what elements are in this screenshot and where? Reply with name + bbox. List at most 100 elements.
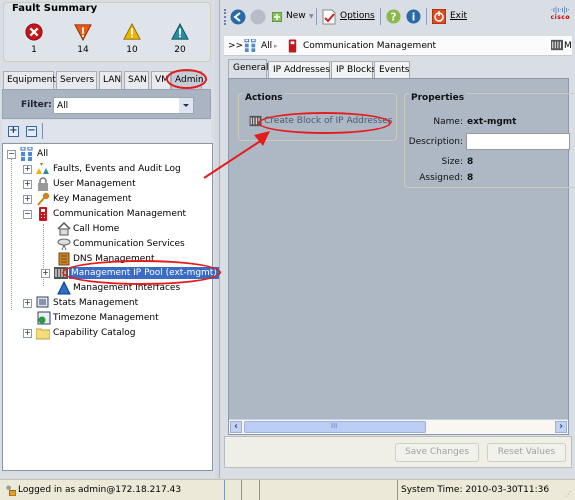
assigned-value: 8 [467,173,474,183]
navigation-panel: Fault Summary 1 14 10 20 Equipment Serve… [0,0,219,478]
fault-critical[interactable]: 1 [19,23,49,55]
collapse-icon[interactable]: − [23,210,32,219]
new-button[interactable]: New ▼ [272,9,320,25]
back-icon[interactable] [230,9,246,25]
tree-node-label: Stats Management [53,298,139,308]
info-icon[interactable]: i [406,9,421,24]
assigned-label: Assigned: [419,173,463,183]
reset-values-button[interactable]: Reset Values [487,443,566,462]
general-tab-content: Actions Create Block of IP Addresses Pro… [228,78,575,435]
chevron-down-icon[interactable]: ▼ [309,13,314,20]
filter-select[interactable]: All [53,97,194,114]
fault-minor-count: 10 [126,45,138,55]
tab-events[interactable]: Events [374,61,410,79]
expand-all-icon[interactable]: + [8,126,19,137]
critical-fault-icon [25,23,43,41]
options-label: Options [340,11,375,21]
expand-icon[interactable]: + [23,195,32,204]
scroll-right-icon[interactable]: › [555,421,567,433]
lock-icon [38,177,48,191]
system-time: System Time: 2010-03-30T11:36 [401,485,550,495]
options-button[interactable]: Options [322,9,380,25]
tab-vm[interactable]: VM [151,71,171,89]
fault-summary-title: Fault Summary [10,3,100,14]
expand-icon[interactable]: + [23,180,32,189]
add-icon [272,12,282,22]
collapse-all-icon[interactable]: − [26,126,37,137]
tree-toolbar: + − [2,120,211,142]
breadcrumb-overflow[interactable]: Mar [564,41,572,51]
fault-summary: Fault Summary 1 14 10 20 [3,2,211,62]
resize-grip-icon[interactable]: ⋰ [565,490,572,498]
size-value: 8 [467,157,474,167]
tab-equipment[interactable]: Equipment [3,71,56,89]
expand-icon[interactable]: + [23,329,32,338]
save-changes-button[interactable]: Save Changes [395,443,479,462]
tree-node-label: Communication Management [53,209,187,219]
fault-minor[interactable]: 10 [117,23,147,55]
user-lock-icon [6,485,16,496]
fault-major[interactable]: 14 [68,23,98,55]
cisco-logo: ·ı|ı·ı|ı· cisco [550,7,570,22]
phone-icon [288,39,297,53]
expand-icon[interactable]: + [23,165,32,174]
tab-san[interactable]: SAN [124,71,149,89]
tab-servers[interactable]: Servers [56,71,97,89]
tree-node-label: All [37,149,49,159]
tab-ip-addresses[interactable]: IP Addresses [268,61,330,79]
svg-text:?: ? [391,11,397,23]
faults-icon [36,163,49,174]
exit-button[interactable]: Exit [432,9,472,25]
expand-icon[interactable]: + [41,269,50,278]
collapse-icon[interactable]: − [7,150,16,159]
power-icon [432,9,446,24]
options-icon [322,9,336,25]
tab-general[interactable]: General [228,59,268,79]
scrollbar-thumb[interactable] [244,421,426,433]
name-label: Name: [433,117,463,127]
fault-warning-count: 20 [174,45,186,55]
main-toolbar: New ▼ Options ? i Exit ·ı|ı·ı|ı· cisco [220,0,575,33]
warning-fault-icon [171,23,189,40]
tree-node-label: Call Home [73,224,120,234]
horizontal-scrollbar[interactable]: ‹ › [229,419,568,434]
ip-pool-icon [551,39,563,51]
help-icon[interactable]: ? [386,9,401,24]
chevron-right-icon: ▸ [274,42,278,50]
filter-label: Filter: [21,100,52,110]
create-ip-block-label: Create Block of IP Addresses [264,116,393,126]
tree-node-label: Management Interfaces [73,283,181,293]
forward-icon[interactable] [250,9,266,25]
interfaces-icon [57,281,71,295]
breadcrumb-all[interactable]: All [261,41,272,51]
tree-node-label: Communication Services [73,239,185,249]
tree-node-label: Key Management [53,194,132,204]
ip-pool-icon [54,267,68,279]
expand-icon[interactable]: + [23,299,32,308]
tree-node-label: Management IP Pool (ext-mgmt) [69,267,219,279]
tab-admin[interactable]: Admin [171,71,204,89]
brand-label: cisco [550,14,570,21]
fault-warning[interactable]: 20 [165,23,195,55]
folder-icon [36,328,50,340]
properties-title: Properties [409,93,467,103]
tab-lan[interactable]: LAN [99,71,122,89]
work-pane: New ▼ Options ? i Exit ·ı|ı·ı|ı· cisco >… [219,0,575,478]
tree-node-label: Timezone Management [53,313,159,323]
house-icon [57,222,71,236]
breadcrumb-communication-management[interactable]: Communication Management [303,41,436,51]
chevron-right-icon: ▸ [425,42,429,50]
breadcrumb-prefix[interactable]: >> [228,41,243,51]
scroll-left-icon[interactable]: ‹ [230,421,242,433]
tab-ip-blocks[interactable]: IP Blocks [331,61,376,79]
clock-icon [37,311,51,325]
tree-node-label: Faults, Events and Audit Log [53,164,181,174]
chevron-down-icon[interactable] [179,98,193,113]
navigation-tree: − All + Faults, Events and Audit Log + U… [2,143,219,471]
name-value: ext-mgmt [467,117,517,127]
fault-major-count: 14 [77,45,89,55]
fault-critical-count: 1 [31,45,37,55]
login-status: Logged in as admin@172.18.217.43 [18,485,182,495]
svg-text:i: i [412,11,416,23]
description-input[interactable] [466,133,570,150]
